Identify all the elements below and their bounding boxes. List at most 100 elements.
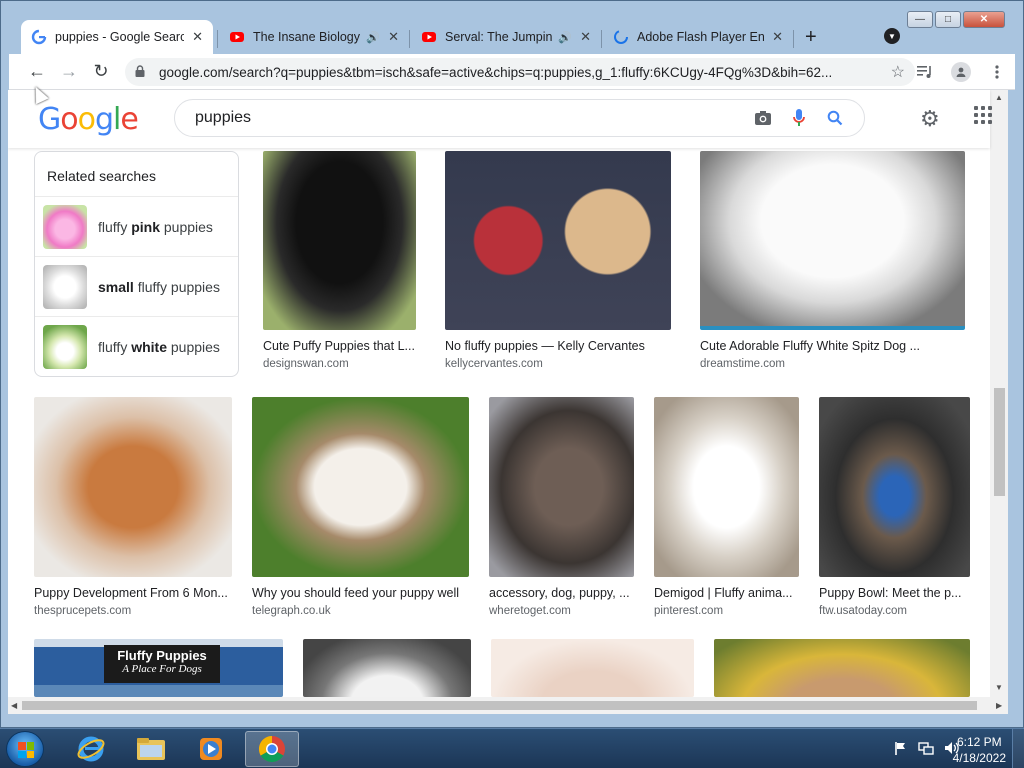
kebab-menu-icon[interactable] [983, 58, 1011, 86]
windows-logo-icon [18, 742, 34, 758]
google-apps-icon[interactable] [974, 106, 992, 124]
result-caption[interactable]: Demigod | Fluffy anima... [654, 586, 799, 600]
youtube-icon [422, 32, 436, 42]
result-image[interactable] [819, 397, 970, 577]
result-image[interactable] [445, 151, 671, 330]
image-result[interactable]: Cute Puffy Puppies that L... designswan.… [263, 151, 416, 370]
banner-title: Fluffy Puppies [117, 648, 207, 663]
camera-icon[interactable] [748, 103, 778, 133]
google-logo[interactable]: Google [38, 102, 139, 137]
tab-close-icon[interactable]: ✕ [388, 29, 399, 45]
tab-close-icon[interactable]: ✕ [580, 29, 591, 45]
start-button[interactable] [6, 731, 44, 767]
tab-title: Serval: The Jumping Cat [445, 30, 553, 44]
image-result[interactable] [714, 639, 970, 697]
scroll-up-icon[interactable]: ▲ [995, 93, 1003, 102]
result-caption[interactable]: Puppy Development From 6 Mon... [34, 586, 232, 600]
tab-owl-video[interactable]: The Insane Biology of: The Owl 🔊 ✕ [219, 20, 409, 54]
taskbar-file-explorer[interactable] [124, 731, 178, 767]
taskbar-clock[interactable]: 6:12 PM 4/18/2022 [953, 734, 1006, 766]
action-center-flag-icon[interactable] [894, 741, 908, 758]
result-image[interactable] [714, 639, 970, 697]
result-caption[interactable]: Why you should feed your puppy well [252, 586, 469, 600]
scroll-down-icon[interactable]: ▼ [995, 683, 1003, 692]
chrome-icon [258, 735, 285, 763]
scroll-left-icon[interactable]: ◀ [11, 701, 17, 710]
result-image[interactable] [700, 151, 965, 330]
result-image[interactable] [491, 639, 694, 697]
related-item-fluffy-pink[interactable]: fluffy pink puppies [35, 197, 238, 257]
result-image[interactable] [252, 397, 469, 577]
image-result[interactable]: Cute Adorable Fluffy White Spitz Dog ...… [700, 151, 965, 370]
image-result[interactable]: Fluffy Puppies A Place For Dogs [34, 639, 283, 697]
result-source[interactable]: designswan.com [263, 358, 416, 370]
result-image[interactable]: Fluffy Puppies A Place For Dogs [34, 639, 283, 697]
search-box[interactable]: puppies [174, 99, 865, 137]
image-result[interactable] [491, 639, 694, 697]
tab-close-icon[interactable]: ✕ [192, 29, 203, 45]
horizontal-scroll-thumb[interactable] [22, 701, 977, 710]
related-item-small-fluffy[interactable]: small fluffy puppies [35, 257, 238, 317]
settings-gear-icon[interactable]: ⚙ [920, 106, 940, 132]
tab-adobe-flash[interactable]: Adobe Flash Player End of Life ✕ [603, 20, 793, 54]
media-controls-icon[interactable] [911, 58, 939, 86]
tab-search-icon[interactable]: ▼ [884, 28, 900, 44]
tab-google-search[interactable]: puppies - Google Search ✕ [21, 20, 213, 54]
image-result[interactable] [303, 639, 471, 697]
image-result[interactable]: Demigod | Fluffy anima... pinterest.com [654, 397, 799, 617]
tab-close-icon[interactable]: ✕ [772, 29, 783, 45]
taskbar-chrome[interactable] [245, 731, 299, 767]
result-caption[interactable]: Puppy Bowl: Meet the p... [819, 586, 970, 600]
result-image[interactable] [654, 397, 799, 577]
new-tab-button[interactable]: + [805, 26, 817, 49]
profile-button[interactable] [947, 58, 975, 86]
show-desktop-button[interactable] [1012, 729, 1024, 768]
result-source[interactable]: wheretoget.com [489, 605, 634, 617]
result-caption[interactable]: Cute Puffy Puppies that L... [263, 339, 416, 353]
youtube-icon [230, 32, 244, 42]
result-caption[interactable]: Cute Adorable Fluffy White Spitz Dog ... [700, 339, 965, 353]
network-icon[interactable] [918, 741, 934, 758]
lock-icon[interactable] [135, 64, 149, 80]
result-source[interactable]: dreamstime.com [700, 358, 965, 370]
image-result[interactable]: accessory, dog, puppy, ... wheretoget.co… [489, 397, 634, 617]
vertical-scrollbar[interactable]: ▲ ▼ [990, 90, 1008, 697]
related-item-label: fluffy white puppies [98, 339, 220, 355]
scroll-right-icon[interactable]: ▶ [996, 701, 1002, 710]
back-button[interactable]: ← [23, 58, 51, 86]
result-source[interactable]: ftw.usatoday.com [819, 605, 970, 617]
search-input[interactable]: puppies [195, 109, 748, 127]
banner-subtitle: A Place For Dogs [122, 663, 202, 675]
speaker-icon[interactable]: 🔊 [558, 31, 572, 44]
image-result[interactable]: No fluffy puppies — Kelly Cervantes kell… [445, 151, 671, 370]
result-image[interactable] [303, 639, 471, 697]
bookmark-star-icon[interactable]: ☆ [891, 62, 905, 82]
result-caption[interactable]: accessory, dog, puppy, ... [489, 586, 634, 600]
horizontal-scrollbar[interactable]: ◀ ▶ [8, 697, 1008, 714]
speaker-icon[interactable]: 🔊 [366, 31, 380, 44]
search-icon[interactable] [820, 103, 850, 133]
address-bar[interactable]: google.com/search?q=puppies&tbm=isch&saf… [125, 58, 915, 86]
result-source[interactable]: thesprucepets.com [34, 605, 232, 617]
image-result[interactable]: Puppy Development From 6 Mon... thespruc… [34, 397, 232, 617]
image-result[interactable]: Why you should feed your puppy well tele… [252, 397, 469, 617]
result-source[interactable]: kellycervantes.com [445, 358, 671, 370]
vertical-scroll-thumb[interactable] [994, 388, 1005, 496]
result-image[interactable] [34, 397, 232, 577]
result-image[interactable] [263, 151, 416, 330]
result-source[interactable]: telegraph.co.uk [252, 605, 469, 617]
result-source[interactable]: pinterest.com [654, 605, 799, 617]
forward-button[interactable]: → [55, 58, 83, 86]
tab-separator [217, 30, 218, 48]
tab-serval-video[interactable]: Serval: The Jumping Cat 🔊 ✕ [411, 20, 601, 54]
reload-button[interactable]: ↻ [87, 58, 115, 86]
image-result[interactable]: Puppy Bowl: Meet the p... ftw.usatoday.c… [819, 397, 970, 617]
result-caption[interactable]: No fluffy puppies — Kelly Cervantes [445, 339, 671, 353]
result-image[interactable] [489, 397, 634, 577]
microphone-icon[interactable] [784, 103, 814, 133]
taskbar-media-player[interactable] [184, 731, 238, 767]
related-item-fluffy-white[interactable]: fluffy white puppies [35, 317, 238, 377]
url-text[interactable]: google.com/search?q=puppies&tbm=isch&saf… [159, 65, 881, 80]
taskbar-internet-explorer[interactable] [64, 731, 118, 767]
fluffy-puppies-banner: Fluffy Puppies A Place For Dogs [104, 645, 220, 683]
